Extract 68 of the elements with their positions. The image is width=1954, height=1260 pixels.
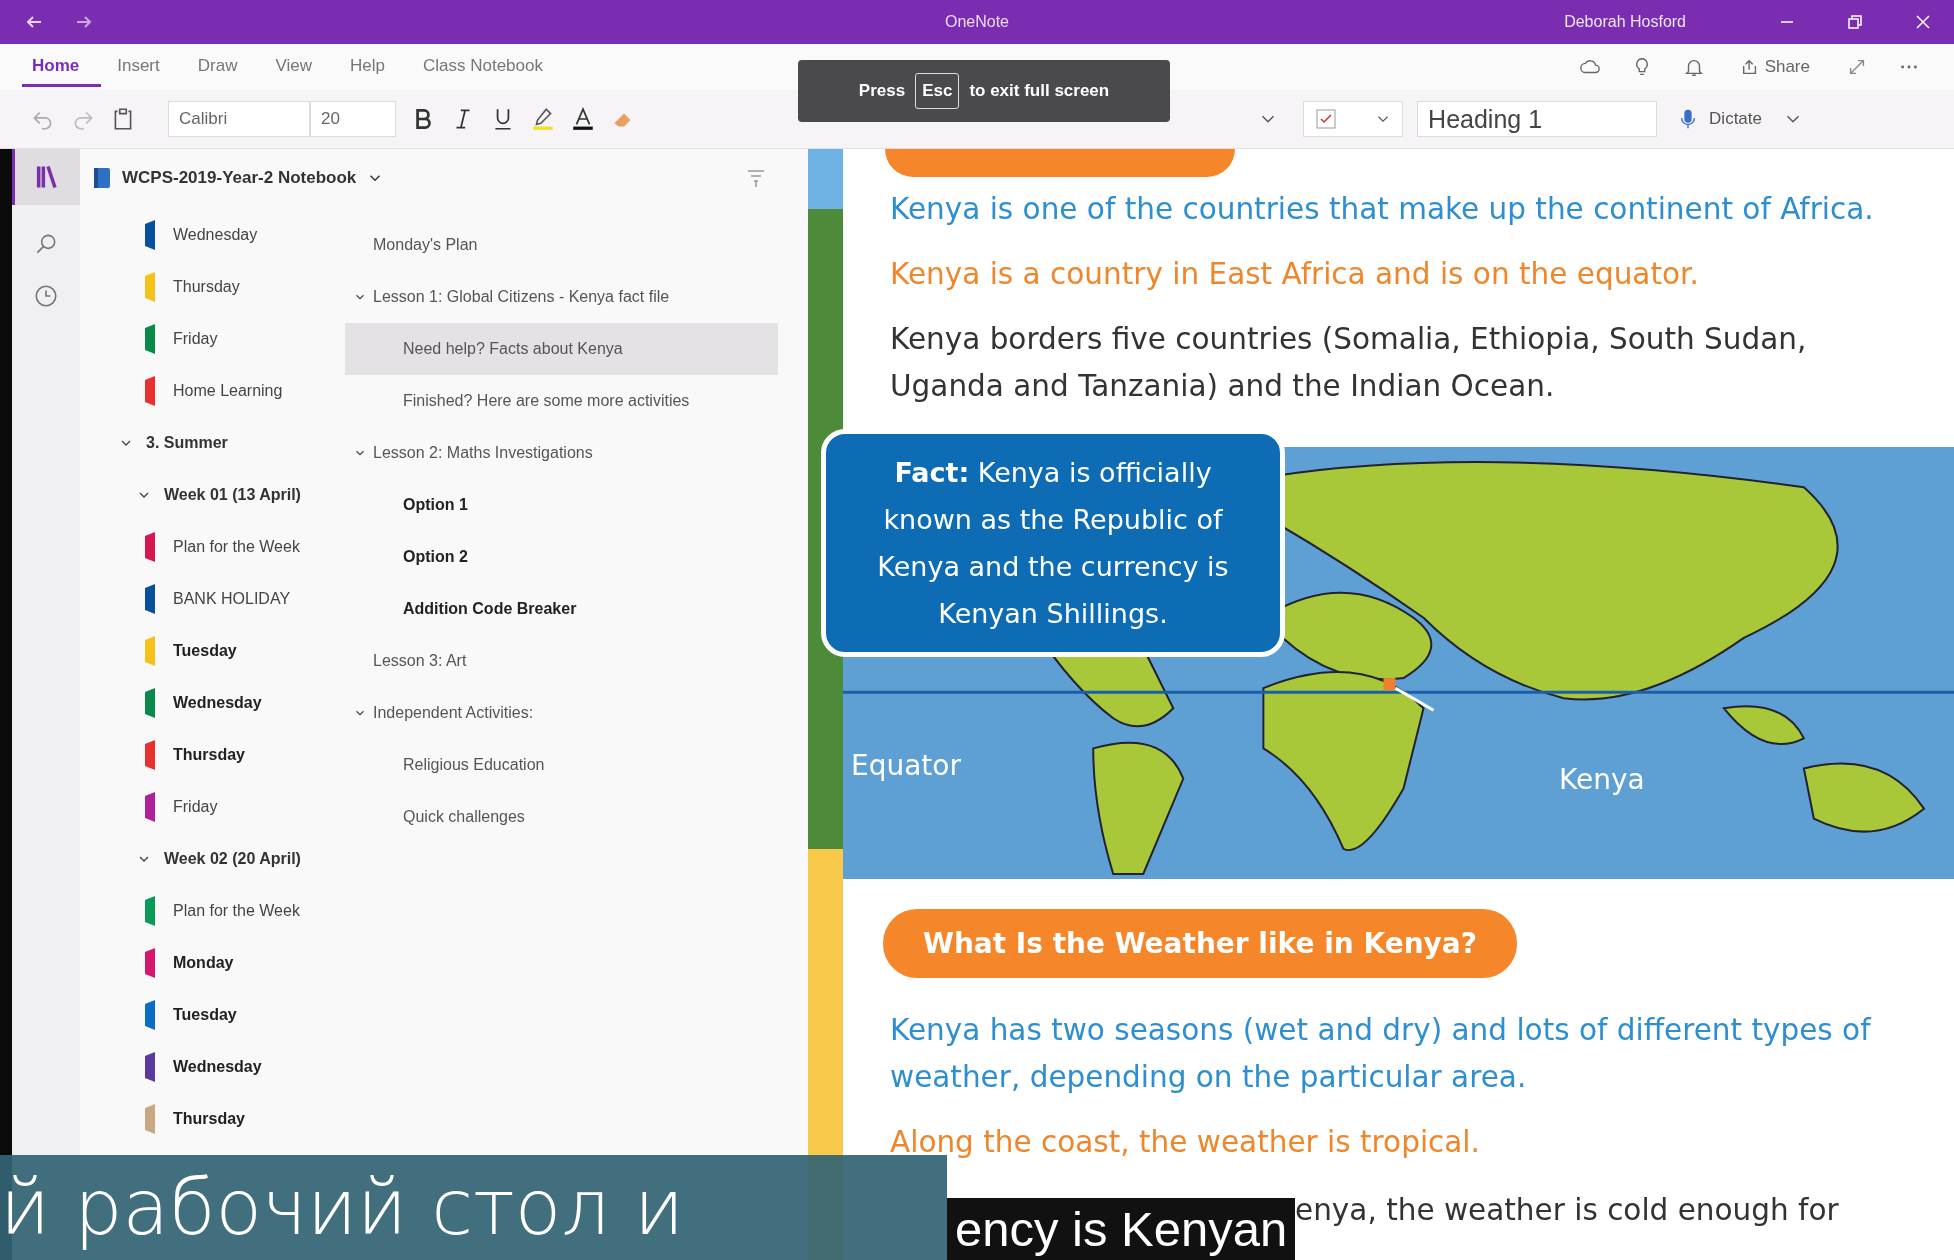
notebook-name[interactable]: WCPS-2019-Year-2 Notebook: [122, 168, 357, 188]
font-field[interactable]: Calibri: [168, 101, 310, 137]
ribbon-tab[interactable]: Home: [22, 47, 102, 87]
user-name[interactable]: Deborah Hosford: [1564, 13, 1686, 31]
picture-border: [808, 149, 843, 209]
section-group[interactable]: 3. Summer: [146, 434, 228, 452]
clock-icon[interactable]: [33, 283, 59, 309]
map-label: Equator: [851, 749, 961, 782]
paragraph: Kenya is one of the countries that make up the continent of Africa.: [890, 191, 1875, 228]
section-item[interactable]: Plan for the Week: [173, 538, 300, 556]
ribbon-tab[interactable]: Insert: [107, 47, 182, 87]
paragraph: enya, the weather is cold enough for: [1295, 1192, 1840, 1229]
page-item[interactable]: Lesson 2: Maths Investigations: [345, 427, 778, 479]
section-item[interactable]: Plan for the Week: [173, 902, 300, 920]
fact-box: Fact: Kenya is officially known as the Republic of Kenya and the currency is Kenyan Shillings.: [821, 429, 1285, 657]
paragraph: Kenya is a country in East Africa and is on the equator.: [890, 256, 1700, 293]
section-item[interactable]: Wednesday: [173, 694, 262, 712]
page-item[interactable]: Lesson 1: Global Citizens - Kenya fact file: [345, 271, 778, 323]
page-item[interactable]: Addition Code Breaker: [345, 583, 778, 635]
paragraph: Kenya borders five countries (Somalia, Ethiopia, South Sudan, Uganda and Tanzania) and the Indian Ocean.: [890, 321, 1808, 405]
ribbon-tab[interactable]: Help: [340, 47, 407, 87]
section-item[interactable]: Monday: [173, 954, 234, 972]
restore-icon[interactable]: [1848, 15, 1862, 29]
share-icon: [1740, 58, 1759, 76]
toast-text: to exit full screen: [969, 81, 1110, 101]
section-item[interactable]: Thursday: [173, 278, 240, 296]
page-item[interactable]: Option 2: [345, 531, 778, 583]
page-item[interactable]: Religious Education: [345, 739, 778, 791]
subtitle-caption: й рабочий стол и: [0, 1155, 947, 1260]
ribbon-tab[interactable]: Class Notebook: [412, 47, 565, 87]
ribbon-tab[interactable]: View: [265, 47, 334, 87]
page-item[interactable]: Lesson 3: Art: [345, 635, 778, 687]
font-size-field[interactable]: 20: [310, 101, 396, 137]
section-heading: What Is the Weather like in Kenya?: [883, 909, 1517, 978]
page-item[interactable]: Independent Activities:: [345, 687, 778, 739]
style-dropdown[interactable]: Heading 1: [1417, 101, 1658, 137]
section-item[interactable]: Thursday: [173, 1110, 245, 1128]
section-group[interactable]: Week 01 (13 April): [164, 486, 301, 504]
page-item[interactable]: Finished? Here are some more activities: [345, 375, 778, 427]
section-item[interactable]: Wednesday: [173, 1058, 262, 1076]
section-item[interactable]: BANK HOLIDAY: [173, 590, 291, 608]
highlighter-icon[interactable]: [530, 106, 556, 132]
page-item[interactable]: Option 1: [345, 479, 778, 531]
font-color-icon[interactable]: [570, 106, 596, 132]
dictate-button[interactable]: Dictate: [1671, 106, 1768, 132]
section-group[interactable]: Week 02 (20 April): [164, 850, 301, 868]
close-icon[interactable]: [1916, 15, 1930, 29]
section-item[interactable]: Tuesday: [173, 1006, 237, 1024]
page-item[interactable]: Need help? Facts about Kenya: [345, 323, 778, 375]
section-item[interactable]: Thursday: [173, 746, 245, 764]
checkbox-tag-icon: [1314, 107, 1339, 131]
window-title: OneNote: [945, 13, 1009, 31]
section-item[interactable]: Friday: [173, 330, 218, 348]
notebooks-nav-button[interactable]: [12, 149, 80, 205]
subtitle-caption: ency is Kenyan: [947, 1198, 1296, 1260]
page-item[interactable]: Monday's Plan: [345, 219, 778, 271]
section-item[interactable]: Home Learning: [173, 382, 283, 400]
key-badge: Esc: [915, 73, 960, 109]
share-button[interactable]: Share: [1734, 56, 1816, 78]
section-item[interactable]: Friday: [173, 798, 218, 816]
map-label: Kenya: [1559, 763, 1645, 796]
toast-text: Press: [858, 81, 906, 101]
page-item[interactable]: Quick challenges: [345, 791, 778, 843]
paragraph: Kenya has two seasons (wet and dry) and lots of different types of weather, depending on the particular area.: [890, 1012, 1873, 1096]
notebook-icon: [92, 167, 112, 189]
section-item[interactable]: Wednesday: [173, 226, 258, 244]
section-item[interactable]: Tuesday: [173, 642, 237, 660]
ribbon-tab[interactable]: Draw: [187, 47, 260, 87]
